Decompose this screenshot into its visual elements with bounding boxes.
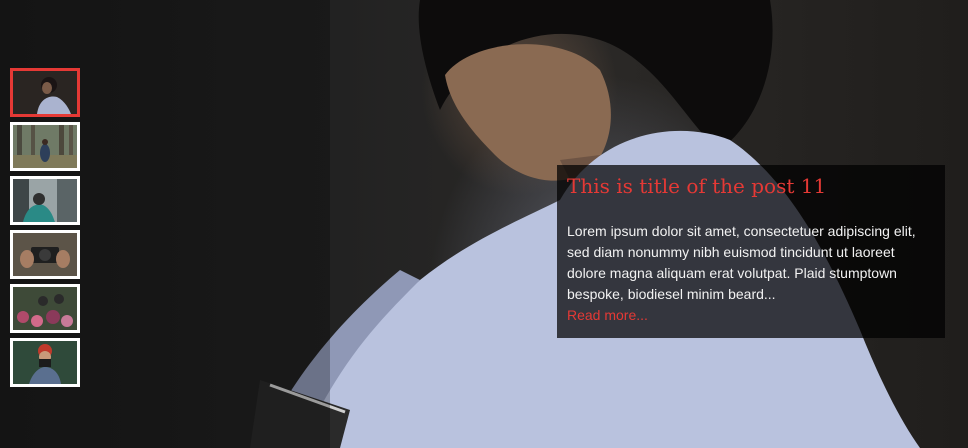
- thumbnail-camera-hands[interactable]: [10, 230, 80, 279]
- thumbnail-street-photographer[interactable]: [10, 176, 80, 225]
- street-photographer-thumb-image: [13, 179, 77, 222]
- flower-crowd-thumb-image: [13, 287, 77, 330]
- post-title[interactable]: This is title of the post 11: [567, 173, 935, 199]
- featured-slider: This is title of the post 11 Lorem ipsum…: [0, 0, 968, 448]
- camera-hands-thumb-image: [13, 233, 77, 276]
- red-haired-photographer-thumb-image: [13, 341, 77, 384]
- thumbnail-strip: [10, 68, 80, 392]
- woman-reading-thumb-image: [13, 71, 77, 114]
- forest-walker-thumb-image: [13, 125, 77, 168]
- thumbnail-red-haired-photographer[interactable]: [10, 338, 80, 387]
- thumbnail-woman-reading[interactable]: [10, 68, 80, 117]
- thumbnail-forest-walker[interactable]: [10, 122, 80, 171]
- post-excerpt: Lorem ipsum dolor sit amet, consectetuer…: [567, 223, 916, 302]
- thumbnail-flower-crowd[interactable]: [10, 284, 80, 333]
- slide-caption: This is title of the post 11 Lorem ipsum…: [557, 165, 945, 338]
- read-more-link[interactable]: Read more...: [567, 305, 935, 325]
